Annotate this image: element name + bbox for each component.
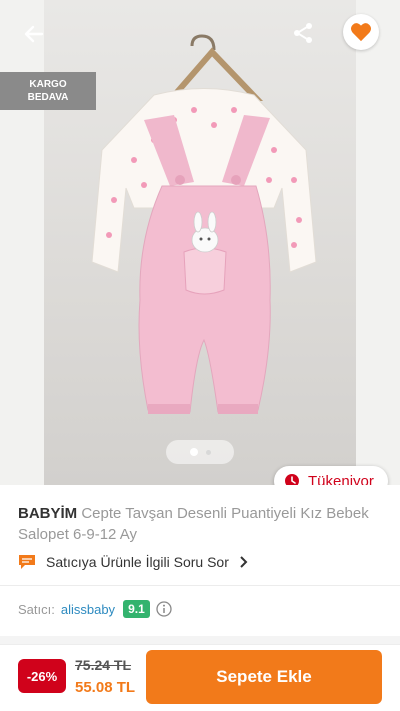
chevron-right-icon: [240, 556, 248, 568]
cargo-line1: KARGO: [29, 79, 67, 90]
cargo-line2: BEDAVA: [27, 92, 69, 103]
old-price: 75.24 TL: [75, 657, 132, 673]
seller-label: Satıcı:: [18, 601, 55, 617]
bottom-bar: -26% 75.24 TL 55.08 TL Sepete Ekle: [0, 644, 400, 711]
ask-seller-link[interactable]: Satıcıya Ürünle İlgili Soru Sor: [18, 552, 249, 572]
ask-seller-label: Satıcıya Ürünle İlgili Soru Sor: [46, 554, 229, 570]
heart-icon: [351, 23, 371, 42]
divider: [0, 585, 400, 586]
section-divider: [0, 636, 400, 644]
product-image-area[interactable]: KARGO BEDAVA Tükeniyor: [0, 0, 400, 485]
seller-info: Satıcı: alissbaby 9.1: [18, 598, 172, 620]
clock-icon: [285, 474, 299, 485]
stock-status-text: Tükeniyor: [308, 472, 374, 486]
info-icon[interactable]: [156, 601, 172, 617]
chat-icon: [19, 555, 35, 569]
favorite-button[interactable]: [343, 14, 379, 50]
add-to-cart-button[interactable]: Sepete Ekle: [146, 650, 382, 704]
product-title: BABYİM Cepte Tavşan Desenli Puantiyeli K…: [18, 503, 384, 545]
carousel-dot[interactable]: [205, 449, 211, 455]
share-icon: [294, 23, 312, 43]
current-price: 55.08 TL: [75, 679, 136, 696]
share-button[interactable]: [286, 16, 320, 50]
seller-score-badge: 9.1: [123, 600, 150, 618]
carousel-indicator[interactable]: [166, 440, 234, 464]
carousel-dot-active[interactable]: [189, 448, 198, 456]
product-brand: BABYİM: [18, 505, 78, 522]
low-stock-badge: Tükeniyor: [274, 466, 388, 485]
seller-name-link[interactable]: alissbaby: [61, 602, 115, 617]
back-arrow-icon: [24, 25, 44, 43]
back-button[interactable]: [18, 18, 50, 50]
free-shipping-badge: KARGO BEDAVA: [0, 72, 96, 110]
discount-badge: -26%: [18, 659, 66, 693]
